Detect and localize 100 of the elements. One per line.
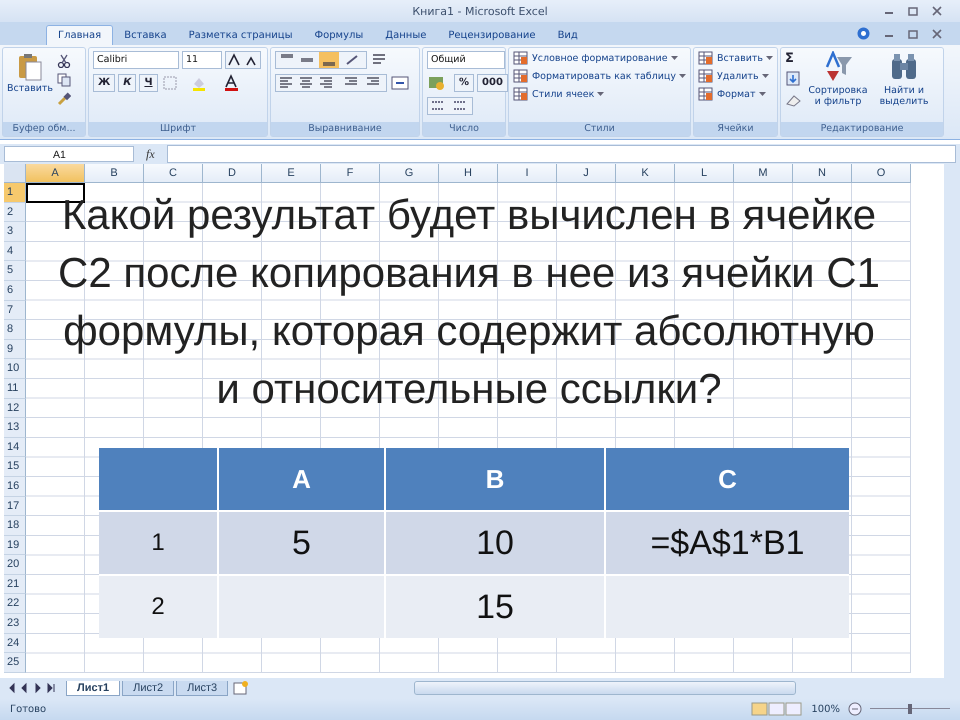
table-cell: 10	[386, 512, 604, 574]
column-header[interactable]: G	[380, 164, 439, 183]
copy-icon[interactable]	[57, 73, 72, 87]
ribbon-tab[interactable]: Главная	[46, 25, 114, 45]
restore-icon[interactable]	[908, 6, 918, 16]
group-label: Редактирование	[781, 122, 944, 136]
row-header[interactable]: 20	[4, 555, 26, 575]
paste-button[interactable]: Вставить	[7, 51, 54, 94]
name-box[interactable]: A1	[4, 146, 134, 162]
font-style-button[interactable]: К	[118, 74, 136, 92]
font-style-button[interactable]: Ч	[139, 74, 158, 92]
help-icon[interactable]	[857, 27, 870, 40]
sheet-tab[interactable]: Лист3	[176, 680, 228, 696]
sheet-tab[interactable]: Лист1	[66, 680, 120, 696]
column-header[interactable]: C	[144, 164, 203, 183]
row-header[interactable]: 11	[4, 378, 26, 399]
group-label: Стили	[509, 122, 690, 136]
question-text: и относительные ссылки?	[216, 364, 722, 414]
row-header[interactable]: 24	[4, 634, 26, 654]
font-size-icon[interactable]	[225, 51, 261, 69]
column-header[interactable]: E	[262, 164, 321, 183]
ribbon-tab[interactable]: Вид	[546, 26, 589, 45]
column-header[interactable]: I	[498, 164, 557, 183]
table-icon	[513, 69, 529, 83]
zoom-level[interactable]: 100%	[811, 704, 840, 714]
number-format-field[interactable]: Общий	[427, 51, 505, 69]
column-header[interactable]: H	[439, 164, 498, 183]
row-header[interactable]: 14	[4, 438, 26, 458]
row-header[interactable]: 9	[4, 340, 26, 360]
column-header[interactable]: L	[675, 164, 734, 183]
row-header[interactable]: 3	[4, 222, 26, 242]
row-header[interactable]: 13	[4, 418, 26, 438]
group-label: Буфер обм...	[3, 122, 85, 136]
column-header[interactable]: J	[557, 164, 616, 183]
row-header[interactable]: 10	[4, 359, 26, 379]
number-style-button[interactable]: 000	[477, 74, 508, 92]
horizontal-scrollbar[interactable]	[414, 681, 796, 695]
column-header[interactable]: D	[203, 164, 262, 183]
formula-input-field[interactable]	[166, 145, 956, 163]
view-buttons-icon[interactable]	[751, 702, 804, 716]
row-header[interactable]: 22	[4, 594, 26, 614]
column-header[interactable]: O	[852, 164, 911, 183]
question-text: С2 после копирования в нее из ячейки С1	[58, 248, 880, 298]
column-header[interactable]: A	[26, 164, 85, 183]
column-header[interactable]: B	[85, 164, 144, 183]
ribbon-menu-button[interactable]: Форматировать как таблицу	[513, 69, 686, 83]
font-style-button[interactable]: Ж	[93, 74, 116, 92]
row-header[interactable]: 4	[4, 242, 26, 262]
row-header[interactable]: 16	[4, 476, 26, 496]
ribbon-menu-button[interactable]: Удалить	[698, 69, 774, 83]
zoom-out-icon[interactable]	[848, 702, 862, 716]
brush-icon[interactable]	[57, 92, 72, 106]
vertical-align-icon[interactable]	[275, 51, 367, 69]
row-header[interactable]: 12	[4, 398, 26, 418]
row-header[interactable]: 17	[4, 496, 26, 516]
window-title: Книга1 - Microsoft Excel	[412, 4, 548, 18]
ribbon-tab[interactable]: Формулы	[303, 26, 374, 45]
row-header[interactable]: 1	[4, 183, 26, 203]
insert-function-button[interactable]: fx	[140, 146, 161, 162]
row-header[interactable]: 6	[4, 280, 26, 301]
row-header[interactable]: 25	[4, 653, 26, 673]
column-header[interactable]: N	[793, 164, 852, 183]
font-size-field[interactable]: 11	[182, 51, 222, 69]
number-style-button[interactable]: %	[454, 74, 474, 92]
decimal-places-icon[interactable]	[427, 97, 473, 115]
zoom-slider-thumb[interactable]	[908, 704, 912, 714]
ribbon-tab[interactable]: Данные	[374, 26, 438, 45]
scissors-icon[interactable]	[57, 54, 72, 68]
table-header-cell: B	[386, 448, 604, 510]
row-header[interactable]: 7	[4, 300, 26, 320]
row-header[interactable]: 23	[4, 614, 26, 634]
column-header[interactable]: F	[321, 164, 380, 183]
table-cell: 5	[219, 512, 384, 574]
row-header[interactable]: 21	[4, 574, 26, 594]
row-header[interactable]: 18	[4, 516, 26, 536]
close-icon[interactable]	[932, 28, 942, 38]
ribbon-menu-button[interactable]: Стили ячеек	[513, 87, 686, 101]
ribbon-menu-button[interactable]: Условное форматирование	[513, 51, 686, 65]
row-header[interactable]: 19	[4, 536, 26, 556]
autosum-button[interactable]: Σ	[785, 51, 804, 66]
ribbon-menu-button[interactable]: Вставить	[698, 51, 774, 65]
ribbon-tab[interactable]: Вставка	[113, 26, 178, 45]
row-header[interactable]: 8	[4, 320, 26, 340]
ribbon-tab[interactable]: Разметка страницы	[178, 26, 304, 45]
text-align-icon[interactable]	[275, 74, 387, 92]
ribbon-menu-button[interactable]: Формат	[698, 87, 774, 101]
caret-icon	[758, 92, 766, 96]
row-header[interactable]: 5	[4, 261, 26, 281]
row-header[interactable]: 2	[4, 202, 26, 222]
font-name-field[interactable]: Calibri	[93, 51, 179, 69]
column-header[interactable]: M	[734, 164, 793, 183]
restore-icon[interactable]	[908, 28, 918, 38]
ribbon-tab[interactable]: Рецензирование	[437, 26, 547, 45]
ribbon-large-button[interactable]: Найти и выделить	[873, 51, 936, 107]
column-header[interactable]: K	[616, 164, 675, 183]
sheet-tab[interactable]: Лист2	[122, 680, 174, 696]
ribbon-large-button[interactable]: Сортировка и фильтр	[807, 51, 870, 107]
close-icon[interactable]	[932, 6, 942, 16]
table-cell: 15	[386, 576, 604, 638]
row-header[interactable]: 15	[4, 457, 26, 477]
